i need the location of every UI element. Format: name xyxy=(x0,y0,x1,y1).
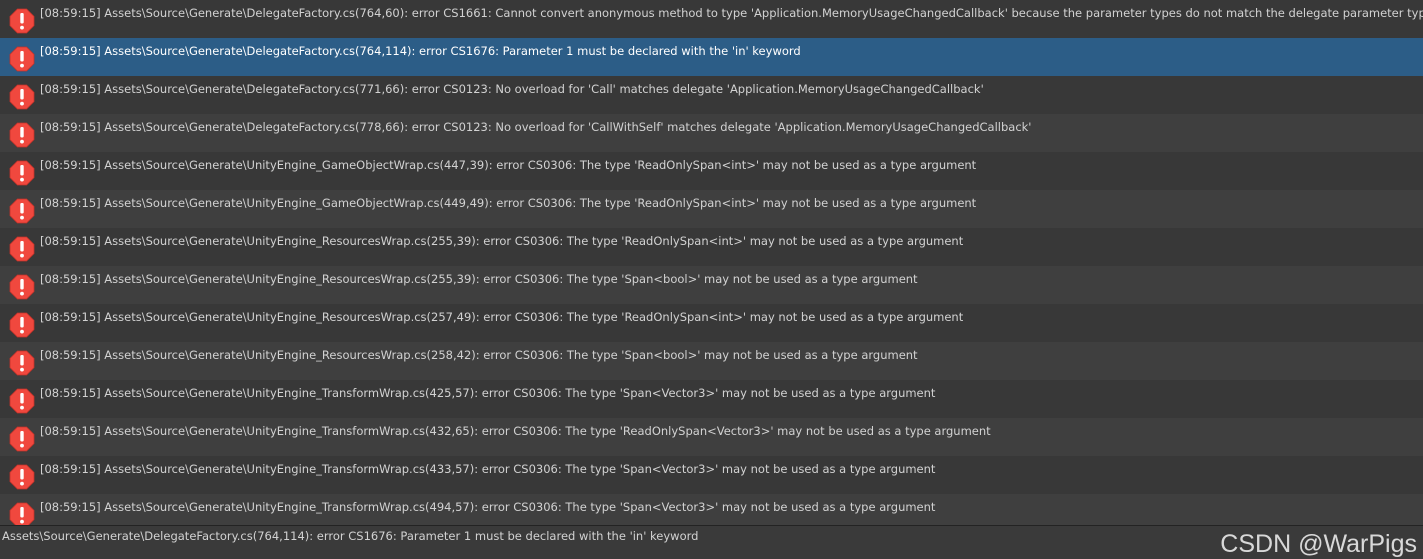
console-entry[interactable]: [08:59:15] Assets\Source\Generate\UnityE… xyxy=(0,342,1423,380)
console-entry-message: [08:59:15] Assets\Source\Generate\UnityE… xyxy=(40,386,936,400)
console-entry-message: [08:59:15] Assets\Source\Generate\UnityE… xyxy=(40,158,977,172)
console-entry-message: [08:59:15] Assets\Source\Generate\UnityE… xyxy=(40,196,977,210)
console-entry[interactable]: [08:59:15] Assets\Source\Generate\Delega… xyxy=(0,0,1423,38)
console-entry-message: [08:59:15] Assets\Source\Generate\UnityE… xyxy=(40,500,936,514)
console-entry-message: [08:59:15] Assets\Source\Generate\Delega… xyxy=(40,44,801,58)
error-icon xyxy=(9,502,35,525)
console-entry[interactable]: [08:59:15] Assets\Source\Generate\UnityE… xyxy=(0,456,1423,494)
console-entry-message: [08:59:15] Assets\Source\Generate\Delega… xyxy=(40,82,984,96)
console-entry-message: [08:59:15] Assets\Source\Generate\Delega… xyxy=(40,6,1423,20)
watermark: CSDN @WarPigs xyxy=(1220,530,1417,558)
error-icon xyxy=(9,122,35,148)
console-entry-selected[interactable]: [08:59:15] Assets\Source\Generate\Delega… xyxy=(0,38,1423,76)
console-entry[interactable]: [08:59:15] Assets\Source\Generate\UnityE… xyxy=(0,190,1423,228)
error-icon xyxy=(9,426,35,452)
error-icon xyxy=(9,388,35,414)
console-entry[interactable]: [08:59:15] Assets\Source\Generate\UnityE… xyxy=(0,304,1423,342)
status-bar: Assets\Source\Generate\DelegateFactory.c… xyxy=(0,525,1423,559)
status-message: Assets\Source\Generate\DelegateFactory.c… xyxy=(2,529,699,543)
console-entry-message: [08:59:15] Assets\Source\Generate\Delega… xyxy=(40,120,1032,134)
console-entry[interactable]: [08:59:15] Assets\Source\Generate\UnityE… xyxy=(0,228,1423,266)
error-icon xyxy=(9,198,35,224)
console-entry[interactable]: [08:59:15] Assets\Source\Generate\UnityE… xyxy=(0,266,1423,304)
error-icon xyxy=(9,312,35,338)
error-icon xyxy=(9,8,35,34)
console-entry[interactable]: [08:59:15] Assets\Source\Generate\UnityE… xyxy=(0,380,1423,418)
console-entry-message: [08:59:15] Assets\Source\Generate\UnityE… xyxy=(40,462,936,476)
console-entry[interactable]: [08:59:15] Assets\Source\Generate\UnityE… xyxy=(0,494,1423,525)
console-entry-message: [08:59:15] Assets\Source\Generate\UnityE… xyxy=(40,310,964,324)
error-icon xyxy=(9,274,35,300)
console-entry[interactable]: [08:59:15] Assets\Source\Generate\Delega… xyxy=(0,114,1423,152)
error-icon xyxy=(9,350,35,376)
error-icon xyxy=(9,160,35,186)
error-icon xyxy=(9,84,35,110)
error-icon xyxy=(9,464,35,490)
console-entry[interactable]: [08:59:15] Assets\Source\Generate\UnityE… xyxy=(0,152,1423,190)
console-entry[interactable]: [08:59:15] Assets\Source\Generate\Delega… xyxy=(0,76,1423,114)
console-entry-message: [08:59:15] Assets\Source\Generate\UnityE… xyxy=(40,272,918,286)
console-entry-message: [08:59:15] Assets\Source\Generate\UnityE… xyxy=(40,234,964,248)
error-icon xyxy=(9,236,35,262)
console-entry[interactable]: [08:59:15] Assets\Source\Generate\UnityE… xyxy=(0,418,1423,456)
error-icon xyxy=(9,46,35,72)
console-entry-message: [08:59:15] Assets\Source\Generate\UnityE… xyxy=(40,348,918,362)
console-entry-message: [08:59:15] Assets\Source\Generate\UnityE… xyxy=(40,424,991,438)
console-log-list[interactable]: [08:59:15] Assets\Source\Generate\Delega… xyxy=(0,0,1423,525)
